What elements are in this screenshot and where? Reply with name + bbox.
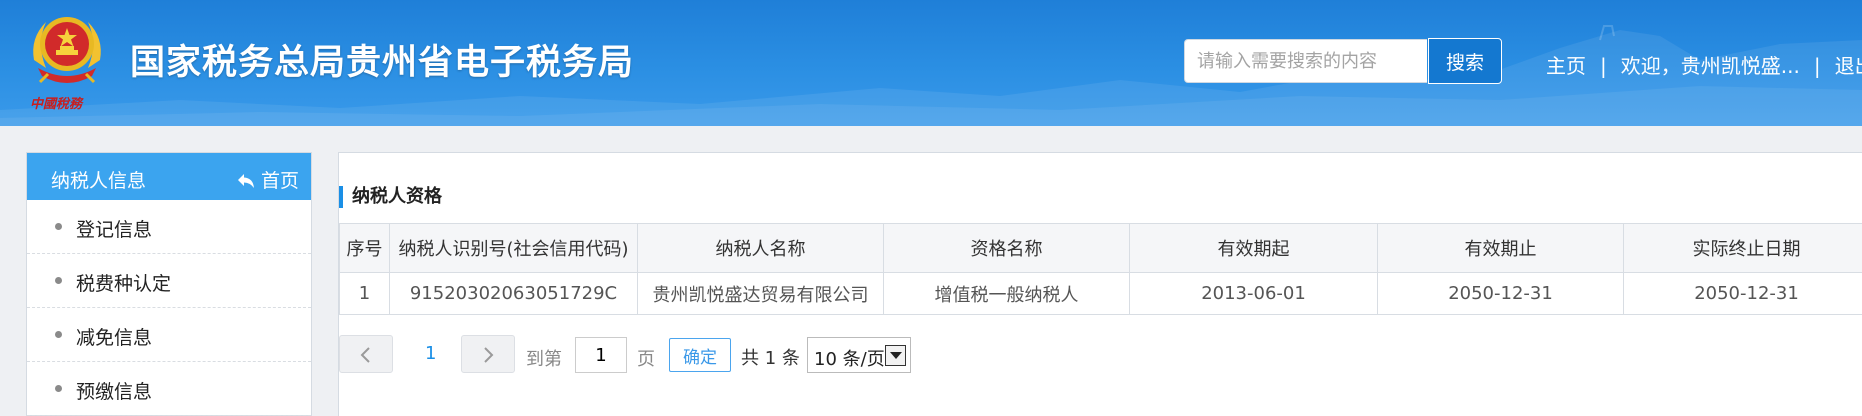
column-header: 有效期起 <box>1129 223 1378 273</box>
total-count: 共 1 条 <box>741 348 800 369</box>
top-nav: 主页 | 欢迎，贵州凯悦盛... | 退出 <box>1546 50 1862 79</box>
reply-arrow-icon <box>237 174 254 188</box>
section-title: 纳税人资格 <box>339 186 442 208</box>
search-button[interactable]: 搜索 <box>1428 38 1502 84</box>
sidebar-item-exemption[interactable]: 减免信息 <box>27 308 311 362</box>
column-header: 序号 <box>339 223 390 273</box>
nav-separator: | <box>1813 54 1821 78</box>
sidebar-home-link[interactable]: 首页 <box>237 166 299 193</box>
cell-index: 1 <box>339 272 390 315</box>
search-input[interactable] <box>1184 39 1427 83</box>
column-header: 资格名称 <box>883 223 1130 273</box>
sidebar-home-label: 首页 <box>260 170 299 192</box>
chevron-left-icon <box>360 347 370 363</box>
column-header: 纳税人识别号(社会信用代码) <box>389 223 638 273</box>
sidebar-item-tax-type[interactable]: 税费种认定 <box>27 254 311 308</box>
cell-valid-from: 2013-06-01 <box>1129 272 1378 315</box>
page-suffix-label: 页 <box>637 349 655 370</box>
emblem-caption: 中國稅務 <box>30 96 84 112</box>
page-number-current[interactable]: 1 <box>425 343 436 364</box>
sidebar-item-label: 预缴信息 <box>76 381 153 403</box>
sidebar-item-registration[interactable]: 登记信息 <box>27 200 311 254</box>
column-header: 有效期止 <box>1377 223 1624 273</box>
cell-taxpayer-id: 91520302063051729C <box>389 272 638 315</box>
sidebar-header: 纳税人信息 首页 <box>27 153 311 200</box>
prev-page-button[interactable] <box>339 335 393 373</box>
bullet-icon <box>55 385 62 392</box>
sidebar: 纳税人信息 首页 登记信息 税费种认定 减免信息 预缴信息 <box>26 152 312 416</box>
tax-bureau-emblem-icon: 中國稅務 <box>30 17 101 112</box>
goto-confirm-button[interactable]: 确定 <box>669 338 731 372</box>
nav-home-link[interactable]: 主页 <box>1546 50 1586 79</box>
cell-qualification: 增值税一般纳税人 <box>883 272 1130 315</box>
sidebar-item-label: 减免信息 <box>76 327 153 349</box>
sidebar-item-label: 登记信息 <box>76 219 153 241</box>
column-header: 纳税人名称 <box>637 223 884 273</box>
cell-valid-to: 2050-12-31 <box>1377 272 1624 315</box>
goto-page-input[interactable] <box>575 337 627 373</box>
cell-actual-end: 2050-12-31 <box>1623 272 1862 315</box>
table-header-row: 序号 纳税人识别号(社会信用代码) 纳税人名称 资格名称 有效期起 有效期止 实… <box>339 223 1862 273</box>
svg-text:中國稅務: 中國稅務 <box>30 96 84 112</box>
page-size-select[interactable]: 10 条/页 <box>807 337 911 373</box>
pagination: 1 到第 页 确定 共 1 条 10 条/页 <box>339 335 1039 375</box>
cell-taxpayer-name: 贵州凯悦盛达贸易有限公司 <box>637 272 884 315</box>
goto-label: 到第 <box>526 349 562 370</box>
page-size-value: 10 条/页 <box>814 349 885 370</box>
nav-separator: | <box>1600 54 1607 78</box>
main-panel: 纳税人资格 序号 纳税人识别号(社会信用代码) 纳税人名称 资格名称 有效期起 … <box>338 152 1862 416</box>
site-title: 国家税务总局贵州省电子税务局 <box>130 43 635 83</box>
bullet-icon <box>55 277 62 284</box>
dropdown-arrow-icon <box>885 345 906 366</box>
table-row[interactable]: 1 91520302063051729C 贵州凯悦盛达贸易有限公司 增值税一般纳… <box>339 272 1862 315</box>
bullet-icon <box>55 331 62 338</box>
next-page-button[interactable] <box>461 335 515 373</box>
taxpayer-qualification-table: 序号 纳税人识别号(社会信用代码) 纳税人名称 资格名称 有效期起 有效期止 实… <box>339 223 1862 315</box>
chevron-right-icon <box>484 347 494 363</box>
sidebar-item-label: 税费种认定 <box>76 273 172 295</box>
bullet-icon <box>55 223 62 230</box>
sidebar-title: 纳税人信息 <box>51 170 147 192</box>
top-header: 中國稅務 国家税务总局贵州省电子税务局 搜索 主页 | 欢迎，贵州凯悦盛... | 退出 <box>0 0 1862 126</box>
column-header: 实际终止日期 <box>1623 223 1862 273</box>
nav-logout-link[interactable]: 退出 <box>1835 50 1862 79</box>
sidebar-item-prepayment[interactable]: 预缴信息 <box>27 362 311 416</box>
nav-welcome-user[interactable]: 欢迎，贵州凯悦盛... <box>1621 50 1800 79</box>
